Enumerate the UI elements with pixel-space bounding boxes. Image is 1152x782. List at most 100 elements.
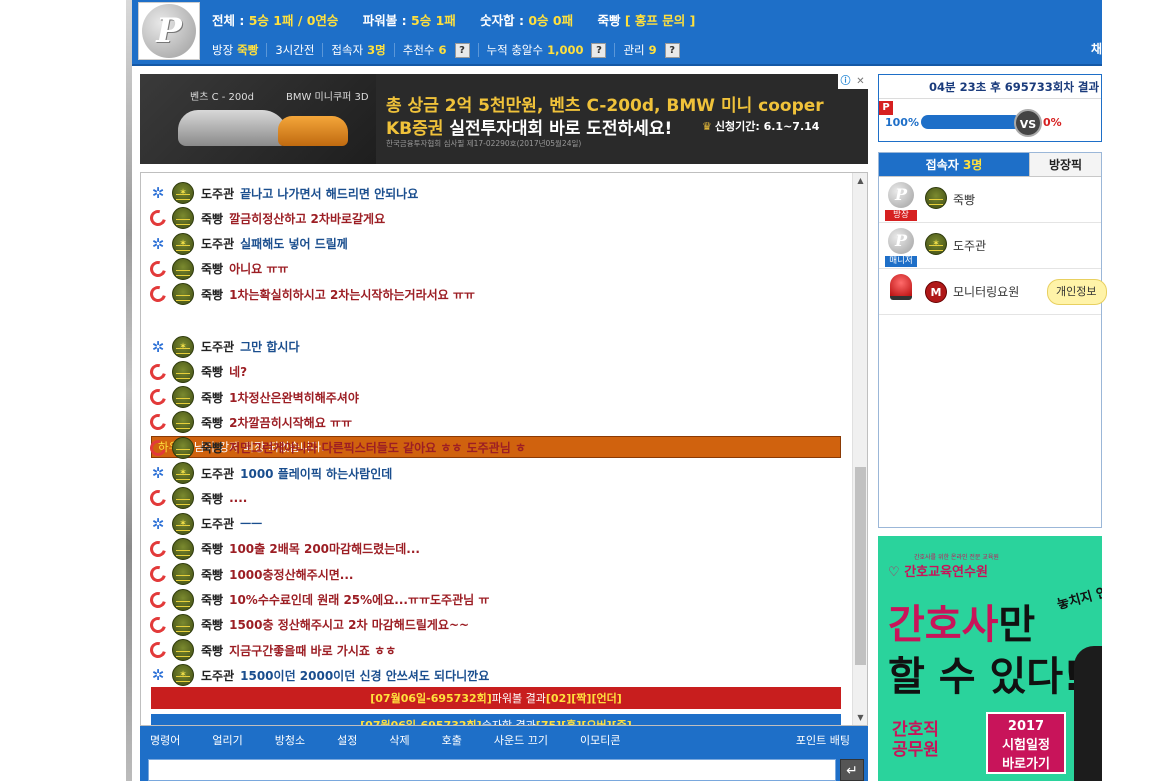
rank-badge-icon — [172, 487, 194, 510]
number-record: 숫자합 : 0승 0패 — [480, 13, 574, 28]
level-gear-icon: ✲ — [151, 464, 165, 482]
level-gear-icon: ✲ — [151, 666, 165, 685]
toolbar-settings-button[interactable]: 설정 — [327, 732, 367, 748]
rank-badge-icon — [172, 283, 194, 306]
user-avatar: P — [885, 227, 917, 255]
scroll-down-icon[interactable]: ▼ — [853, 710, 867, 725]
toolbar-call-button[interactable]: 호출 — [432, 732, 472, 748]
chat-message: ✲ ✶ 도주관 끝나고 나가면서 해드리면 안되나요 — [149, 181, 418, 205]
ad-info-icon[interactable]: ⓘ — [838, 74, 853, 89]
chat-nick[interactable]: 죽빵 — [201, 260, 223, 277]
tab-owner-pick[interactable]: 방장픽 — [1029, 153, 1101, 176]
chat-message: 죽빵 10%수수료인데 원래 25%에요...ㅠㅠ도주관님 ㅠ — [147, 588, 490, 612]
user-row[interactable]: P 방장 죽빵 — [879, 177, 1101, 223]
chat-message: 죽빵 저만그런게아니라 다른픽스터들도 같아요 ㅎㅎ 도주관님 ㅎ — [147, 436, 526, 460]
mini-car-image — [278, 116, 348, 146]
nurse-ad-banner[interactable]: 간호사를 위한 온라인 전문 교육원 ♡ 간호교육연수원 간호사만 할 수 있다!… — [878, 536, 1102, 781]
ad-period: ♛ 신청기간: 6.1~7.14 — [702, 120, 820, 133]
user-avatar — [885, 273, 917, 301]
chat-message: 죽빵 지금구간좋을때 바로 가시죠 ㅎㅎ — [147, 638, 396, 662]
toolbar-delete-button[interactable]: 삭제 — [379, 732, 419, 748]
rank-badge-icon: ✶ — [172, 335, 194, 358]
round-timer-box: 04분 23초 후 695733회차 결과 P 100% VS 0% — [878, 74, 1102, 142]
toolbar-sound-off-button[interactable]: 사운드 끄기 — [484, 732, 558, 748]
chat-message: 죽빵 네? — [147, 360, 247, 384]
chat-message-list: ✲ ✶ 도주관 끝나고 나가면서 해드리면 안되나요죽빵 깔금히정산하고 2차바로갈게요… — [141, 173, 853, 725]
chat-log[interactable]: ✲ ✶ 도주관 끝나고 나가면서 해드리면 안되나요죽빵 깔금히정산하고 2차바로갈게요… — [140, 172, 868, 726]
tab-connected-users[interactable]: 접속자 3명 — [879, 153, 1029, 176]
chat-toolbar: 명령어 얼리기 방청소 설정 삭제 호출 사운드 끄기 이모티콘 포인트 배팅 — [140, 726, 868, 753]
scroll-thumb[interactable] — [855, 467, 866, 665]
nurse-ad-logo: 간호사를 위한 온라인 전문 교육원 ♡ 간호교육연수원 — [888, 554, 999, 580]
chat-message: ✲ ✶ 도주관 1000 플레이픽 하는사람인데 — [149, 461, 392, 485]
chat-message: 죽빵 1차정산은완벽히해주셔야 — [147, 385, 359, 409]
round-timer-text: 04분 23초 후 695733회차 결과 — [879, 75, 1101, 99]
user-row[interactable]: M 모니터링요원 개인정보 — [879, 269, 1107, 315]
chat-nick[interactable]: 도주관 — [201, 338, 234, 355]
ad-close-icon[interactable]: ✕ — [853, 74, 868, 89]
exam-schedule-button[interactable]: 2017 시험일정 바로가기 — [986, 712, 1066, 774]
scroll-up-icon[interactable]: ▲ — [853, 173, 867, 188]
nurse-ad-side-text: 놓치지 안돼 — [1055, 581, 1102, 614]
ad-headline: 총 상금 2억 5천만원, 벤츠 C-200d, BMW 미니 cooper — [386, 96, 824, 116]
manage-help-button[interactable]: ? — [664, 42, 680, 58]
room-title: 죽빵 [ 홍프 문의 ] — [597, 13, 696, 28]
chat-nick[interactable]: 죽빵 — [201, 363, 223, 380]
chat-nick[interactable]: 죽빵 — [201, 414, 223, 431]
kb-ad-banner[interactable]: 벤츠 C - 200d BMW 미니쿠퍼 3D 총 상금 2억 5천만원, 벤츠… — [140, 74, 868, 164]
send-enter-icon[interactable]: ↵ — [840, 759, 864, 781]
chat-nick[interactable]: 죽빵 — [201, 286, 223, 303]
chat-nick[interactable]: 죽빵 — [201, 490, 223, 507]
room-owner-avatar[interactable]: P — [138, 2, 200, 60]
rank-badge-icon: ✶ — [172, 512, 194, 535]
vs-icon: VS — [1014, 109, 1042, 137]
chat-nick[interactable]: 죽빵 — [201, 540, 223, 557]
chat-text: ㅡㅡ — [240, 517, 263, 532]
rank-badge-icon: ✶ — [172, 664, 194, 687]
toolbar-commands-button[interactable]: 명령어 — [140, 732, 190, 748]
earn-help-button[interactable]: ? — [591, 42, 607, 58]
chat-text: 100출 2배목 200마감해드렸는데... — [229, 542, 420, 557]
chat-message: ✲ ✶ 도주관 실패해도 넣어 드릴께 — [149, 232, 348, 256]
nurse-ad-person-image — [1074, 646, 1102, 781]
chat-text: 깔금히정산하고 2차바로갈게요 — [229, 211, 386, 226]
chat-message: 죽빵 100출 2배목 200마감해드렸는데... — [147, 537, 420, 561]
personal-info-button[interactable]: 개인정보 — [1047, 279, 1107, 305]
chat-nick[interactable]: 죽빵 — [201, 210, 223, 227]
chat-message: 죽빵 2차깔끔히시작해요 ㅠㅠ — [147, 410, 353, 434]
chat-nick[interactable]: 도주관 — [201, 465, 234, 482]
chat-text: 10%수수료인데 원래 25%에요...ㅠㅠ도주관님 ㅠ — [229, 593, 490, 607]
rank-badge-icon — [925, 187, 947, 209]
recommend-help-button[interactable]: ? — [454, 42, 470, 58]
level-swirl-icon — [147, 283, 169, 306]
level-gear-icon: ✲ — [151, 514, 165, 533]
chat-nick[interactable]: 죽빵 — [201, 566, 223, 583]
chat-scrollbar[interactable]: ▲ ▼ — [852, 173, 867, 725]
chat-input[interactable] — [148, 759, 836, 781]
level-swirl-icon — [147, 207, 169, 230]
toolbar-freeze-button[interactable]: 얼리기 — [202, 732, 252, 748]
profile-p-icon: P — [888, 182, 914, 208]
chat-nick[interactable]: 죽빵 — [201, 616, 223, 633]
level-swirl-icon — [147, 411, 169, 434]
user-row[interactable]: P 매니저 ✶ 도주관 — [879, 223, 1101, 269]
earn-info: 누적 충알수 1,000? — [479, 42, 616, 58]
chat-nick[interactable]: 도주관 — [201, 235, 234, 252]
chat-text: 2차깔끔히시작해요 ㅠㅠ — [229, 415, 353, 430]
point-betting-button[interactable]: 포인트 배팅 — [796, 732, 850, 748]
toolbar-emoticon-button[interactable]: 이모티콘 — [570, 732, 630, 748]
rank-badge-icon: ✶ — [172, 462, 194, 484]
chat-nick[interactable]: 죽빵 — [201, 389, 223, 406]
chat-nick[interactable]: 죽빵 — [201, 439, 223, 456]
toolbar-clear-button[interactable]: 방청소 — [265, 732, 315, 748]
chat-nick[interactable]: 도주관 — [201, 515, 234, 532]
level-swirl-icon — [147, 563, 169, 586]
level-swirl-icon — [147, 436, 169, 459]
room-header: P 전체 : 5승 1패 / 0연승 파워볼 : 5승 1패 숫자합 : 0승 … — [132, 0, 1102, 66]
rank-badge-icon — [172, 411, 194, 434]
right-percent: 0% — [1043, 116, 1062, 129]
chat-nick[interactable]: 도주관 — [201, 667, 234, 684]
chat-nick[interactable]: 죽빵 — [201, 642, 223, 659]
chat-nick[interactable]: 죽빵 — [201, 591, 223, 608]
chat-nick[interactable]: 도주관 — [201, 185, 234, 202]
